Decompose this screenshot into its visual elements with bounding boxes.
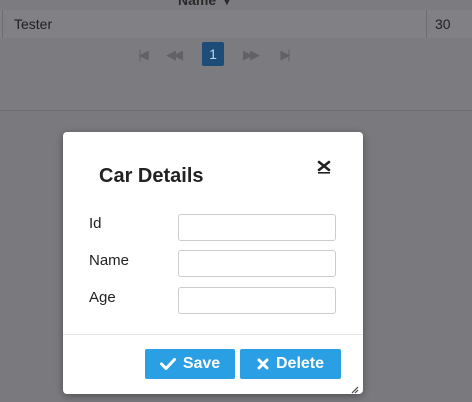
- column-header-name[interactable]: Name ▼: [178, 0, 234, 8]
- cell-age: 30: [426, 10, 472, 38]
- sort-down-icon: ▼: [220, 0, 234, 8]
- dialog-title: Car Details: [99, 165, 204, 187]
- save-button[interactable]: Save: [145, 349, 235, 379]
- car-details-dialog: Car Details Id Name Age Save Delete: [63, 132, 363, 394]
- age-label: Age: [89, 289, 116, 306]
- save-button-label: Save: [182, 355, 221, 372]
- cell-name: Tester: [2, 10, 424, 38]
- id-field[interactable]: [178, 214, 336, 241]
- close-icon[interactable]: [317, 160, 333, 176]
- table-row[interactable]: Tester 30: [0, 10, 472, 39]
- grid-footer: [0, 72, 472, 111]
- pager: |◀ ◀◀ 1 ▶▶ ▶|: [0, 38, 472, 73]
- resize-handle-icon[interactable]: [349, 381, 359, 394]
- next-page-icon[interactable]: ▶▶: [240, 44, 260, 66]
- page-number-current[interactable]: 1: [202, 42, 224, 66]
- delete-button-label: Delete: [275, 355, 325, 372]
- id-label: Id: [89, 215, 102, 232]
- age-field[interactable]: [178, 287, 336, 314]
- previous-page-icon[interactable]: ◀◀: [163, 44, 183, 66]
- name-field[interactable]: [178, 250, 336, 277]
- name-label: Name: [89, 252, 130, 269]
- last-page-icon[interactable]: ▶|: [274, 44, 294, 66]
- delete-button[interactable]: Delete: [240, 349, 341, 379]
- x-icon: [257, 358, 269, 370]
- dialog-footer-divider: [63, 334, 363, 335]
- check-icon: [159, 358, 176, 370]
- first-page-icon[interactable]: |◀: [132, 44, 152, 66]
